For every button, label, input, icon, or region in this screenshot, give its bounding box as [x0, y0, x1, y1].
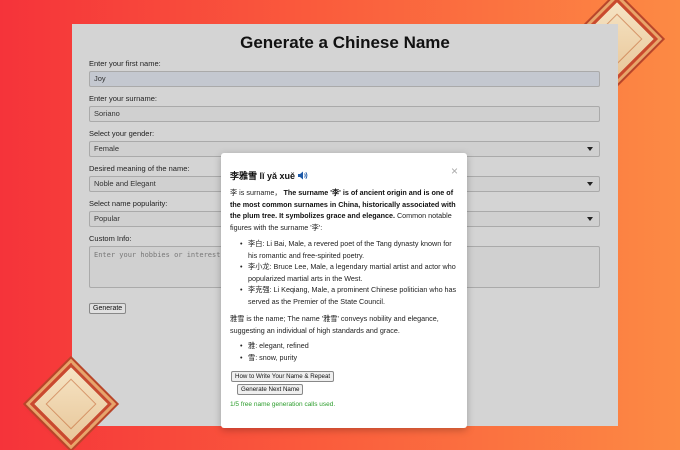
surname-field[interactable]: Soriano: [89, 106, 600, 122]
usage-counter: 1/5 free name generation calls used.: [230, 401, 336, 408]
list-item: 李克强: Li Keqiang, Male, a prominent Chine…: [240, 284, 458, 307]
meaning-value: Noble and Elegant: [94, 179, 156, 188]
surname-label: Enter your surname:: [89, 94, 157, 103]
first-name-label: Enter your first name:: [89, 59, 161, 68]
write-and-repeat-button[interactable]: How to Write Your Name & Repeat: [231, 371, 335, 382]
name-heading: 李雅雪 lǐ yǎ xuě: [230, 168, 458, 182]
notable-figures-list: 李白: Li Bai, Male, a revered poet of the …: [240, 238, 458, 307]
list-item: 雅: elegant, refined: [240, 340, 458, 352]
character-meanings-list: 雅: elegant, refined 雪: snow, purity: [240, 340, 458, 363]
list-item: 雪: snow, purity: [240, 352, 458, 364]
surname-intro: 李 is surname，: [230, 188, 282, 197]
generate-next-button[interactable]: Generate Next Name: [237, 384, 304, 395]
speaker-icon[interactable]: [298, 171, 308, 180]
popularity-value: Popular: [94, 214, 120, 223]
gender-value: Female: [94, 144, 120, 153]
modal-actions: How to Write Your Name & Repeat Generate…: [231, 371, 458, 395]
surname-description: 李 is surname， The surname '李' is of anci…: [230, 187, 458, 233]
list-item: 李白: Li Bai, Male, a revered poet of the …: [240, 238, 458, 261]
first-name-field[interactable]: Joy: [89, 71, 600, 87]
name-result-modal: × 李雅雪 lǐ yǎ xuě 李 is surname， The surnam…: [221, 153, 467, 428]
page-title: Generate a Chinese Name: [240, 33, 450, 52]
close-icon[interactable]: ×: [451, 165, 458, 177]
gender-label: Select your gender:: [89, 129, 155, 138]
name-meaning: 雅雪 is the name; The name '雅雪' conveys no…: [230, 314, 439, 335]
generate-button[interactable]: Generate: [89, 303, 127, 314]
list-item: 李小龙: Bruce Lee, Male, a legendary martia…: [240, 261, 458, 284]
chinese-name: 李雅雪 lǐ yǎ xuě: [230, 170, 296, 181]
